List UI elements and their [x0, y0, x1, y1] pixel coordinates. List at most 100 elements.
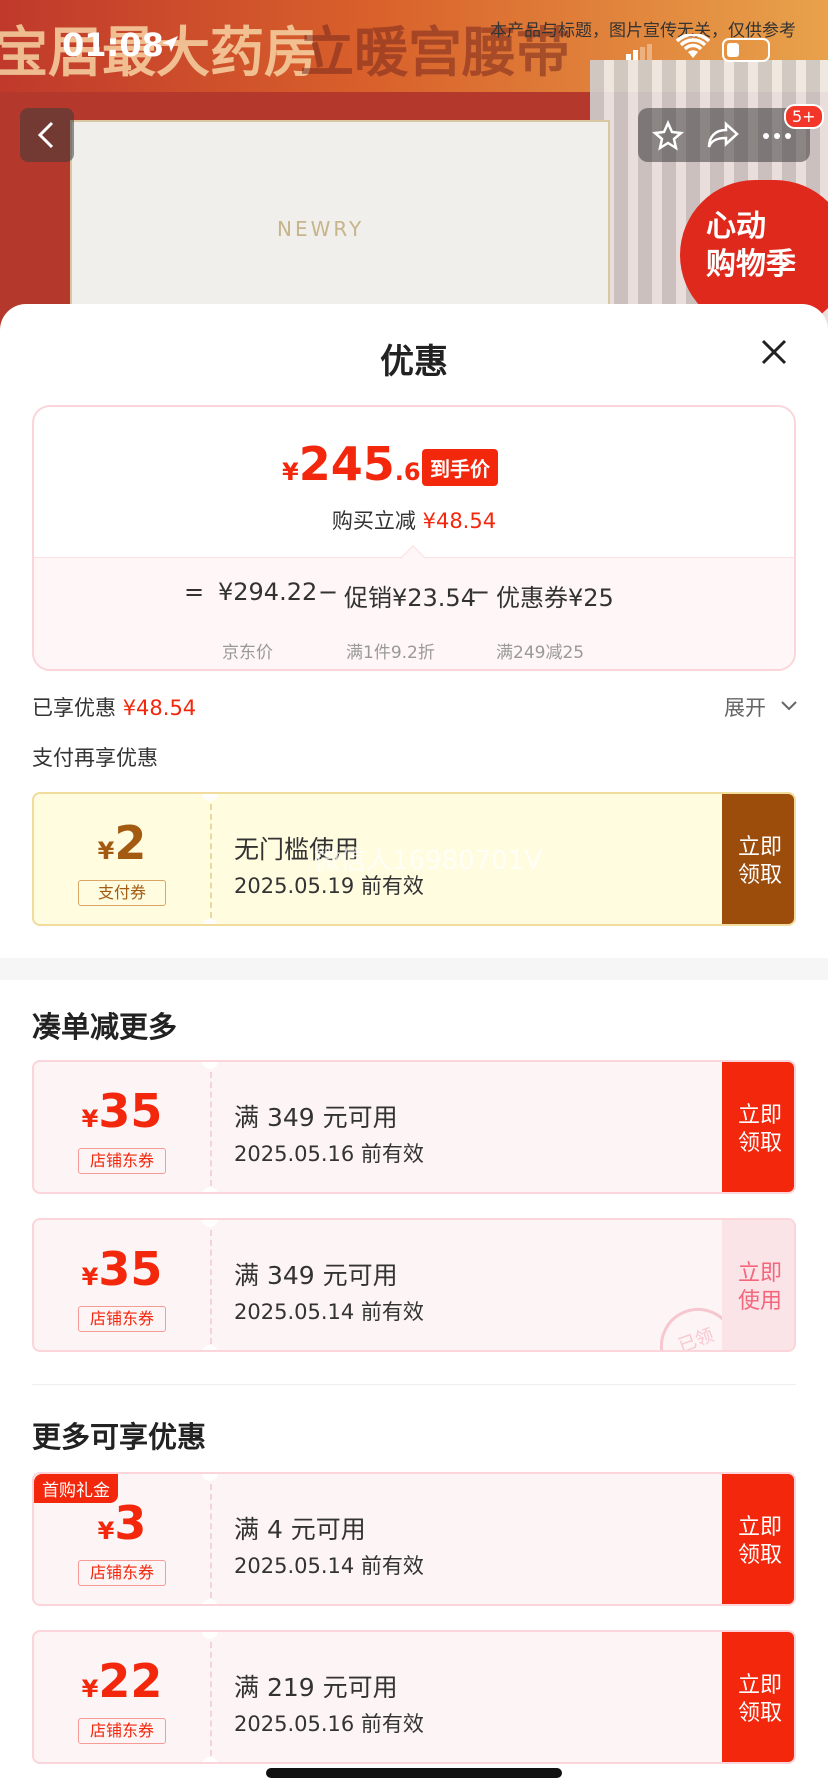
price-breakdown: = ¥294.22 − 促销¥23.54 − 优惠券¥25 京东价 满1件9.2…	[34, 545, 794, 669]
formula-minus-2: −	[470, 578, 491, 606]
coupon-expiry: 2025.05.14 前有效	[234, 1300, 424, 1324]
price-int: 245	[298, 437, 395, 491]
sheet-title: 优惠	[380, 342, 448, 382]
coupon-yen: ¥	[81, 1263, 99, 1291]
claim-pay-coupon-button[interactable]: 立即 领取	[722, 794, 794, 924]
coupon-divider	[210, 1072, 212, 1186]
coupon-divider	[210, 1230, 212, 1344]
price-formula: = ¥294.22 − 促销¥23.54 − 优惠券¥25 京东价 满1件9.2…	[34, 578, 794, 663]
pay-more-label: 支付再享优惠	[32, 746, 158, 770]
coupon-notch-bottom	[202, 1599, 218, 1604]
coupon-type: 店铺东券	[78, 1306, 166, 1332]
formula-coupon-label: 满249减25	[496, 643, 585, 663]
coupon-expiry: 2025.05.16 前有效	[234, 1142, 424, 1166]
coupon-type: 店铺东券	[78, 1718, 166, 1744]
shop-coupon: ¥35 店铺东券 满 349 元可用 2025.05.16 前有效 立即 领取	[32, 1060, 796, 1194]
shop-coupon: ¥35 店铺东券 满 349 元可用 2025.05.14 前有效 已领 立即 …	[32, 1218, 796, 1352]
coupon-num: 2	[114, 816, 147, 870]
wifi-icon	[676, 34, 710, 58]
shop-coupon: ¥22 店铺东券 满 219 元可用 2025.05.16 前有效 立即 领取	[32, 1630, 796, 1764]
expand-button[interactable]: 展开	[724, 692, 766, 722]
coupon-divider	[210, 804, 212, 918]
coupon-value: ¥2 支付券	[34, 794, 210, 924]
coupon-type: 店铺东券	[78, 1560, 166, 1586]
product-logo: NEWRY	[277, 217, 365, 241]
price-card: ¥245.68 到手价 购买立减 ¥48.54 = ¥294.22 − 促销¥2…	[32, 405, 796, 671]
coupon-divider	[210, 1484, 212, 1598]
claim-coupon-button[interactable]: 立即 领取	[722, 1474, 794, 1604]
pay-coupon: ¥2 支付券 无门槛使用 2025.05.19 前有效 微信人16980701V…	[32, 792, 796, 926]
price-tag: 到手价	[422, 449, 498, 486]
star-icon[interactable]	[652, 120, 684, 152]
coupon-num: 35	[98, 1084, 163, 1138]
watermark-text: 微信人16980701V	[314, 846, 543, 876]
formula-jd-label: 京东价	[222, 643, 273, 663]
close-icon[interactable]	[756, 334, 792, 370]
coupon-amount: ¥35	[34, 1084, 210, 1138]
coupon-notch-bottom	[202, 919, 218, 924]
product-image-box: NEWRY	[70, 120, 610, 330]
enjoyed-amount: ¥48.54	[122, 696, 197, 720]
save-line: 购买立减 ¥48.54	[34, 505, 794, 535]
formula-equals: =	[184, 578, 205, 606]
home-indicator[interactable]	[266, 1768, 562, 1778]
battery-icon	[722, 38, 770, 62]
message-badge: 5+	[784, 104, 824, 129]
formula-minus-1: −	[318, 578, 339, 606]
coupon-yen: ¥	[81, 1105, 99, 1133]
coupon-yen: ¥	[97, 837, 115, 865]
coupon-condition: 满 349 元可用	[234, 1103, 398, 1132]
coupon-num: 35	[98, 1242, 163, 1296]
share-icon[interactable]	[706, 120, 740, 150]
coupon-value: ¥35 店铺东券	[34, 1062, 210, 1192]
coupon-amount: ¥22	[34, 1654, 210, 1708]
formula-jd-price: ¥294.22	[218, 578, 318, 606]
location-arrow-icon	[162, 36, 178, 52]
use-coupon-button[interactable]: 立即 使用	[722, 1220, 794, 1350]
enjoyed-label: 已享优惠	[32, 696, 116, 720]
coupon-condition: 满 4 元可用	[234, 1515, 366, 1544]
save-amount: ¥48.54	[422, 509, 497, 533]
section-title-more-order: 凑单减更多	[32, 1010, 178, 1044]
status-time: 01:08	[62, 26, 164, 64]
coupon-condition: 满 219 元可用	[234, 1673, 398, 1702]
coupon-num: 22	[98, 1654, 163, 1708]
coupon-notch-bottom	[202, 1757, 218, 1762]
coupon-yen: ¥	[81, 1675, 99, 1703]
more-icon[interactable]	[762, 132, 792, 140]
formula-promo-label: 满1件9.2折	[346, 643, 435, 663]
save-label: 购买立减	[331, 509, 416, 533]
coupon-type: 支付券	[78, 880, 166, 906]
coupon-value: ¥22 店铺东券	[34, 1632, 210, 1762]
back-chevron-icon	[37, 121, 54, 149]
first-purchase-tag: 首购礼金	[34, 1474, 118, 1503]
formula-promo: 促销¥23.54	[344, 584, 476, 612]
offers-sheet: 优惠 ¥245.68 到手价 购买立减 ¥48.54 = ¥294.22 − 促…	[0, 304, 828, 1792]
price-yen: ¥	[282, 458, 299, 486]
coupon-divider	[210, 1642, 212, 1756]
section-title-more-offers: 更多可享优惠	[32, 1420, 207, 1454]
status-bar: 01:08	[0, 26, 828, 66]
coupon-amount: ¥2	[34, 816, 210, 870]
coupon-expiry: 2025.05.16 前有效	[234, 1712, 424, 1736]
shop-coupon: ¥3 店铺东券 首购礼金 满 4 元可用 2025.05.14 前有效 立即 领…	[32, 1472, 796, 1606]
claim-coupon-button[interactable]: 立即 领取	[722, 1062, 794, 1192]
claim-coupon-button[interactable]: 立即 领取	[722, 1632, 794, 1762]
coupon-notch-bottom	[202, 1345, 218, 1350]
coupon-value: ¥35 店铺东券	[34, 1220, 210, 1350]
final-price-area: ¥245.68 到手价 购买立减 ¥48.54	[34, 407, 794, 557]
formula-coupon: 优惠券¥25	[496, 584, 614, 612]
chevron-down-icon[interactable]	[780, 700, 798, 712]
coupon-condition: 满 349 元可用	[234, 1261, 398, 1290]
signal-icon	[626, 44, 652, 60]
coupon-num: 3	[114, 1496, 147, 1550]
coupon-expiry: 2025.05.14 前有效	[234, 1554, 424, 1578]
back-button[interactable]	[20, 108, 74, 162]
final-price: ¥245.68	[282, 437, 437, 491]
coupon-yen: ¥	[97, 1517, 115, 1545]
coupon-type: 店铺东券	[78, 1148, 166, 1174]
coupon-notch-bottom	[202, 1187, 218, 1192]
section-line	[32, 1384, 796, 1385]
section-divider	[0, 958, 828, 980]
coupon-amount: ¥3	[34, 1496, 210, 1550]
